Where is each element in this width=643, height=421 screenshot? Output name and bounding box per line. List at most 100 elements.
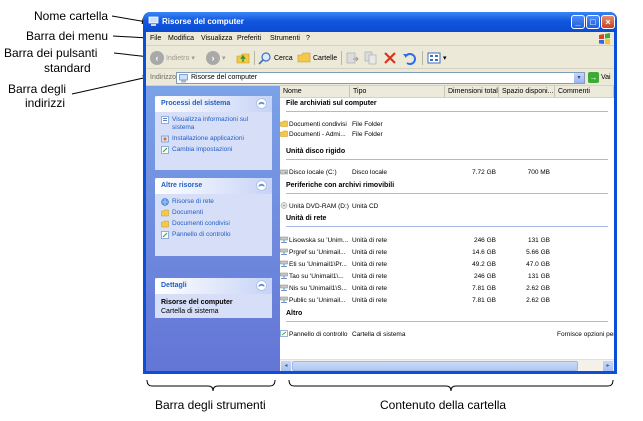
dvd-drive-icon bbox=[280, 202, 288, 209]
item-name: Nis su 'Unimail1\S... bbox=[289, 285, 347, 292]
group-header: Periferiche con archivi rimovibili bbox=[286, 182, 395, 189]
search-button[interactable]: Cerca bbox=[258, 50, 293, 66]
link-shared-documents-label: Documenti condivisi bbox=[172, 220, 230, 227]
undo-button[interactable] bbox=[402, 50, 416, 66]
panel-system-tasks: Processi del sistema ︽ Visualizza inform… bbox=[155, 96, 272, 170]
link-change-settings-label: Cambia impostazioni bbox=[172, 146, 233, 153]
list-item[interactable]: Unità DVD-RAM (D:) Unità CD bbox=[280, 202, 614, 212]
address-dropdown-icon[interactable]: ▾ bbox=[574, 73, 584, 83]
minimize-button[interactable]: _ bbox=[571, 15, 585, 29]
list-item[interactable]: Disco locale (C:) Disco locale 7.72 GB 700 … bbox=[280, 168, 614, 178]
item-name-cell: Public su 'Unimail... bbox=[280, 296, 350, 306]
delete-button[interactable] bbox=[383, 50, 397, 66]
item-free-space: 2.62 GB bbox=[526, 297, 550, 304]
menu-modifica[interactable]: Modifica bbox=[168, 35, 194, 42]
list-item[interactable]: Tao su 'Unimail1\... Unità di rete 246 GB 1… bbox=[280, 272, 614, 282]
label-contenuto-cartella: Contenuto della cartella bbox=[380, 398, 507, 412]
views-dropdown-icon: ▾ bbox=[443, 55, 447, 62]
label-barra-strumenti: Barra degli strumenti bbox=[155, 398, 266, 412]
list-item[interactable]: Lisowska su 'Unim... Unità di rete 246 GB 1… bbox=[280, 236, 614, 246]
item-name: Prgref su 'Unimail... bbox=[289, 249, 346, 256]
item-name: Tao su 'Unimail1\... bbox=[289, 273, 344, 280]
panel-details: Dettagli ︽ Risorse del computer Cartella… bbox=[155, 278, 272, 318]
close-button[interactable]: × bbox=[601, 15, 615, 29]
link-my-documents[interactable]: Documenti bbox=[161, 209, 266, 217]
maximize-button[interactable]: □ bbox=[586, 15, 600, 29]
folder-content: Nome Tipo Dimensioni totali Spazio dispo… bbox=[280, 86, 614, 371]
folder-icon bbox=[161, 220, 169, 228]
link-change-settings[interactable]: Cambia impostazioni bbox=[161, 146, 266, 154]
address-value: Risorse del computer bbox=[191, 74, 258, 81]
column-free-space[interactable]: Spazio disponi... bbox=[499, 86, 555, 98]
column-name[interactable]: Nome bbox=[280, 86, 350, 98]
window-title: Risorse del computer bbox=[162, 17, 244, 26]
column-type[interactable]: Tipo bbox=[350, 86, 445, 98]
go-button[interactable]: → Vai bbox=[588, 72, 611, 83]
list-item[interactable]: Eti su 'Unimail1\Pr... Unità di rete 49.2 … bbox=[280, 260, 614, 270]
panel-other-header[interactable]: Altre risorse ︽ bbox=[155, 178, 272, 194]
column-comments[interactable]: Commenti bbox=[555, 86, 614, 98]
scroll-right-icon[interactable]: ▸ bbox=[603, 361, 613, 371]
computer-icon bbox=[148, 16, 159, 26]
back-dropdown-icon: ▾ bbox=[191, 55, 195, 62]
menu-preferiti[interactable]: Preferiti bbox=[237, 35, 261, 42]
label-barra-indirizzi-2: indirizzi bbox=[25, 96, 66, 110]
label-barra-pulsanti-2: standard bbox=[44, 61, 91, 75]
back-button[interactable]: ‹ Indietro ▾ bbox=[150, 50, 195, 66]
move-to-button[interactable] bbox=[345, 50, 359, 66]
column-total-size[interactable]: Dimensioni totali bbox=[445, 86, 499, 98]
panel-details-header[interactable]: Dettagli ︽ bbox=[155, 278, 272, 294]
address-input[interactable]: Risorse del computer ▾ bbox=[176, 72, 585, 84]
list-item[interactable]: Documenti - Admi... File Folder bbox=[280, 130, 614, 140]
forward-button[interactable]: › ▾ bbox=[206, 50, 226, 66]
menu-visualizza[interactable]: Visualizza bbox=[201, 35, 232, 42]
folder-icon bbox=[161, 209, 169, 217]
label-barra-menu: Barra dei menu bbox=[26, 29, 109, 43]
item-type: Unità di rete bbox=[352, 297, 388, 304]
control-panel-icon bbox=[161, 231, 169, 239]
folders-button[interactable]: Cartelle bbox=[297, 50, 337, 66]
scroll-left-icon[interactable]: ◂ bbox=[281, 361, 291, 371]
collapse-chevron-icon[interactable]: ︽ bbox=[256, 180, 267, 191]
list-item[interactable]: Prgref su 'Unimail... Unità di rete 14.6 G… bbox=[280, 248, 614, 258]
panel-system-header[interactable]: Processi del sistema ︽ bbox=[155, 96, 272, 112]
list-item[interactable]: Nis su 'Unimail1\S... Unità di rete 7.81 G… bbox=[280, 284, 614, 294]
item-total-size: 7.81 GB bbox=[472, 297, 496, 304]
computer-icon bbox=[179, 74, 188, 83]
copy-to-icon bbox=[364, 51, 377, 65]
item-type: File Folder bbox=[352, 121, 383, 128]
views-button[interactable]: ▾ bbox=[427, 50, 447, 66]
list-item[interactable]: Public su 'Unimail... Unità di rete 7.81 G… bbox=[280, 296, 614, 306]
forward-arrow-icon: › bbox=[206, 51, 220, 65]
item-total-size: 7.72 GB bbox=[472, 169, 496, 176]
up-folder-button[interactable] bbox=[236, 50, 250, 66]
item-type: Unità di rete bbox=[352, 249, 388, 256]
menu-strumenti[interactable]: Strumenti bbox=[270, 35, 300, 42]
scroll-thumb[interactable] bbox=[292, 361, 578, 371]
programs-icon bbox=[161, 135, 169, 143]
panel-system-title: Processi del sistema bbox=[161, 100, 231, 107]
item-name-cell: Pannello di controllo bbox=[280, 330, 350, 340]
link-system-info[interactable]: Visualizza informazioni sul sistema bbox=[161, 116, 266, 132]
link-my-documents-label: Documenti bbox=[172, 209, 204, 216]
list-item[interactable]: Pannello di controllo Cartella di sistema… bbox=[280, 330, 614, 340]
item-name-cell: Documenti condivisi bbox=[280, 120, 350, 130]
item-type: Disco locale bbox=[352, 169, 388, 176]
standard-toolbar: ‹ Indietro ▾ › ▾ Cerca Cartelle ▾ bbox=[146, 47, 614, 69]
link-shared-documents[interactable]: Documenti condivisi bbox=[161, 220, 266, 228]
menu-file[interactable]: File bbox=[150, 35, 161, 42]
link-network-places[interactable]: Risorse di rete bbox=[161, 198, 266, 206]
link-control-panel[interactable]: Pannello di controllo bbox=[161, 231, 266, 239]
horizontal-scrollbar[interactable]: ◂ ▸ bbox=[280, 359, 614, 371]
item-name: Disco locale (C:) bbox=[289, 169, 337, 176]
copy-to-button[interactable] bbox=[364, 50, 378, 66]
title-bar[interactable]: Risorse del computer _ □ × bbox=[143, 12, 617, 32]
menu-help[interactable]: ? bbox=[306, 35, 310, 42]
link-add-remove-programs[interactable]: Installazione applicazioni bbox=[161, 135, 266, 143]
menu-bar: File Modifica Visualizza Preferiti Strum… bbox=[146, 32, 614, 46]
label-nome-cartella: Nome cartella bbox=[34, 9, 109, 23]
group-header: Altro bbox=[286, 310, 303, 317]
collapse-chevron-icon[interactable]: ︽ bbox=[256, 98, 267, 109]
collapse-chevron-icon[interactable]: ︽ bbox=[256, 280, 267, 291]
list-item[interactable]: Documenti condivisi File Folder bbox=[280, 120, 614, 130]
